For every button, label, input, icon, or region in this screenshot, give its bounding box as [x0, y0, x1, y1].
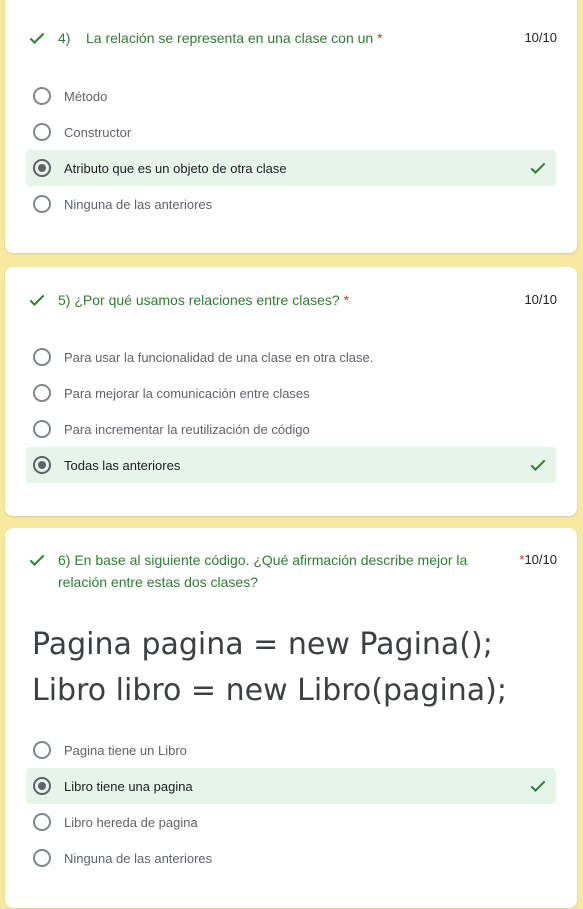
- question-header: 6) En base al siguiente código. ¿Qué afi…: [27, 549, 557, 593]
- question-header: 4) La relación se representa en una clas…: [27, 27, 557, 49]
- question-card-5: 5) ¿Por qué usamos relaciones entre clas…: [5, 267, 577, 516]
- check-icon: [29, 554, 45, 566]
- question-score: 10/10: [524, 30, 557, 45]
- radio-button-selected[interactable]: [33, 456, 51, 474]
- option-atributo[interactable]: Atributo que es un objeto de otra clase: [26, 150, 556, 186]
- question-score: *10/10: [519, 552, 557, 567]
- option-label: Para incrementar la reutilización de cód…: [64, 421, 310, 437]
- code-snippet: Pagina pagina = new Pagina(); Libro libr…: [32, 622, 507, 714]
- code-line: Libro libro = new Libro(pagina);: [32, 673, 507, 708]
- option-label: Todas las anteriores: [64, 457, 181, 473]
- option-libro-tiene-pagina[interactable]: Libro tiene una pagina: [26, 768, 556, 804]
- option-label: Método: [64, 88, 108, 104]
- question-card-6: 6) En base al siguiente código. ¿Qué afi…: [5, 528, 577, 908]
- option-todas[interactable]: Todas las anteriores: [26, 447, 556, 483]
- radio-button[interactable]: [33, 123, 51, 141]
- option-ninguna[interactable]: Ninguna de las anteriores: [26, 840, 556, 876]
- radio-button[interactable]: [33, 849, 51, 867]
- required-mark: *: [377, 30, 383, 46]
- check-icon: [530, 459, 546, 471]
- check-icon: [29, 32, 45, 44]
- option-metodo[interactable]: Método: [26, 78, 556, 114]
- option-label: Constructor: [64, 124, 132, 140]
- code-line: Pagina pagina = new Pagina();: [32, 627, 493, 662]
- option-pagina-tiene-libro[interactable]: Pagina tiene un Libro: [26, 732, 556, 768]
- radio-button-selected[interactable]: [33, 159, 51, 177]
- question-card-4: 4) La relación se representa en una clas…: [5, 0, 577, 253]
- question-title: 4) La relación se representa en una clas…: [58, 30, 383, 46]
- option-label: Ninguna de las anteriores: [64, 850, 213, 866]
- check-icon: [29, 294, 45, 306]
- option-label: Para usar la funcionalidad de una clase …: [64, 349, 374, 365]
- option-label: Libro tiene una pagina: [64, 778, 193, 794]
- option-label: Libro hereda de pagina: [64, 814, 198, 830]
- question-header: 5) ¿Por qué usamos relaciones entre clas…: [27, 289, 557, 311]
- option-constructor[interactable]: Constructor: [26, 114, 556, 150]
- check-icon: [530, 162, 546, 174]
- option-label: Atributo que es un objeto de otra clase: [64, 160, 287, 176]
- radio-button[interactable]: [33, 813, 51, 831]
- option-label: Ninguna de las anteriores: [64, 196, 213, 212]
- option-libro-hereda[interactable]: Libro hereda de pagina: [26, 804, 556, 840]
- option-label: Para mejorar la comunicación entre clase…: [64, 385, 310, 401]
- question-title: 5) ¿Por qué usamos relaciones entre clas…: [58, 292, 350, 308]
- check-icon: [530, 780, 546, 792]
- question-score: 10/10: [524, 292, 557, 307]
- radio-button[interactable]: [33, 348, 51, 366]
- option-reutilizacion[interactable]: Para incrementar la reutilización de cód…: [26, 411, 556, 447]
- radio-button[interactable]: [33, 384, 51, 402]
- radio-button[interactable]: [33, 741, 51, 759]
- option-comunicacion[interactable]: Para mejorar la comunicación entre clase…: [26, 375, 556, 411]
- radio-button[interactable]: [33, 420, 51, 438]
- radio-button[interactable]: [33, 195, 51, 213]
- option-ninguna[interactable]: Ninguna de las anteriores: [26, 186, 556, 222]
- radio-button[interactable]: [33, 87, 51, 105]
- radio-button-selected[interactable]: [33, 777, 51, 795]
- question-title: 6) En base al siguiente código. ¿Qué afi…: [58, 552, 468, 590]
- required-mark: *: [343, 292, 350, 308]
- option-funcionalidad[interactable]: Para usar la funcionalidad de una clase …: [26, 339, 556, 375]
- option-label: Pagina tiene un Libro: [64, 742, 187, 758]
